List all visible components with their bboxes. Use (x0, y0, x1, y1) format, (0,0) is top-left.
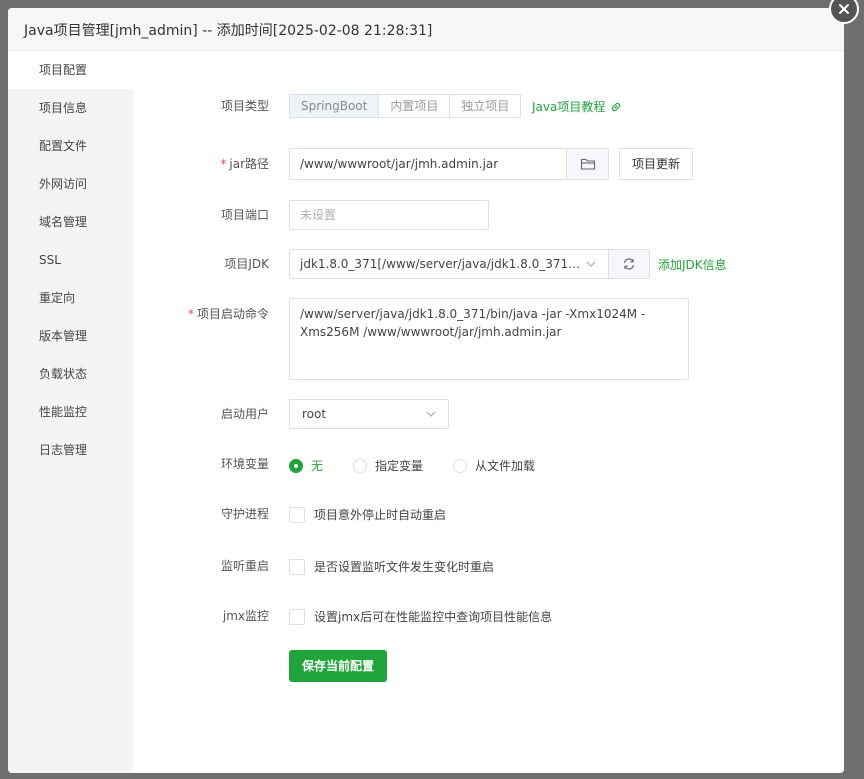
daemon-checkbox[interactable]: 项目意外停止时自动重启 (289, 506, 446, 523)
env-radio-specify-label: 指定变量 (375, 459, 424, 473)
port-label: 项目端口 (220, 208, 269, 222)
jdk-select-value: jdk1.8.0_371[/www/server/java/jdk1.8.0_3… (300, 257, 595, 271)
sidebar-item-performance[interactable]: 性能监控 (8, 393, 133, 431)
jmx-checkbox[interactable]: 设置jmx后可在性能监控中查询项目性能信息 (289, 608, 552, 625)
sidebar-item-project-info[interactable]: 项目信息 (8, 89, 133, 127)
sidebar-item-label: 负载状态 (39, 367, 88, 381)
watch-restart-checkbox[interactable]: 是否设置监听文件发生变化时重启 (289, 558, 494, 575)
env-radio-file-label: 从文件加载 (475, 459, 536, 473)
watch-restart-checkbox-label: 是否设置监听文件发生变化时重启 (314, 560, 495, 574)
config-form: 项目类型 SpringBoot 内置项目 独立项目 Java项目教程 * jar路… (133, 51, 844, 773)
project-type-row: 项目类型 SpringBoot 内置项目 独立项目 Java项目教程 (133, 94, 844, 118)
java-tutorial-link[interactable]: Java项目教程 (532, 98, 622, 115)
sidebar-item-ssl[interactable]: SSL (8, 241, 133, 279)
sidebar-item-logs[interactable]: 日志管理 (8, 431, 133, 469)
dialog-title: Java项目管理[jmh_admin] -- 添加时间[2025-02-08 2… (24, 23, 433, 39)
radio-dot (289, 458, 303, 473)
checkbox-box (289, 506, 305, 523)
start-user-label: 启动用户 (220, 407, 269, 421)
start-command-label: * 项目启动命令 (133, 305, 269, 322)
dialog-body: 项目配置 项目信息 配置文件 外网访问 域名管理 SSL 重定向 版本管理 负载… (8, 51, 844, 773)
jmx-label: jmx监控 (222, 609, 269, 623)
add-jdk-link[interactable]: 添加JDK信息 (658, 256, 727, 273)
sidebar-item-external-access[interactable]: 外网访问 (8, 165, 133, 203)
sidebar-item-label: 重定向 (39, 291, 76, 305)
jar-path-label-text: jar路径 (229, 157, 269, 171)
sidebar-item-label: 性能监控 (39, 405, 88, 419)
sidebar-item-label: 配置文件 (39, 139, 88, 153)
sidebar-item-label: 项目配置 (39, 63, 88, 77)
sidebar: 项目配置 项目信息 配置文件 外网访问 域名管理 SSL 重定向 版本管理 负载… (8, 51, 133, 773)
jmx-checkbox-label: 设置jmx后可在性能监控中查询项目性能信息 (314, 610, 553, 624)
jar-path-input[interactable]: /www/wwwroot/jar/jmh.admin.jar (289, 148, 567, 180)
save-config-button[interactable]: 保存当前配置 (289, 650, 387, 682)
sidebar-item-project-config[interactable]: 项目配置 (8, 51, 133, 89)
project-type-builtin[interactable]: 内置项目 (379, 95, 451, 117)
sidebar-item-label: 域名管理 (39, 215, 88, 229)
close-dialog-button[interactable] (829, 0, 859, 24)
jar-path-label: * jar路径 (133, 148, 269, 180)
watch-restart-label: 监听重启 (220, 559, 269, 573)
sidebar-item-redirect[interactable]: 重定向 (8, 279, 133, 317)
required-mark: * (220, 157, 227, 171)
link-icon (612, 102, 621, 111)
chevron-down-icon (586, 261, 596, 267)
project-type-label: 项目类型 (220, 99, 269, 113)
jdk-select[interactable]: jdk1.8.0_371[/www/server/java/jdk1.8.0_3… (289, 249, 609, 279)
jar-path-browse-button[interactable] (566, 148, 609, 180)
jdk-label: 项目JDK (224, 257, 269, 271)
start-command-textarea[interactable]: /www/server/java/jdk1.8.0_371/bin/java -… (289, 298, 689, 380)
required-mark: * (187, 307, 194, 321)
project-type-selector: SpringBoot 内置项目 独立项目 (289, 94, 522, 118)
env-radio-none-label: 无 (311, 459, 324, 473)
checkbox-box (289, 608, 305, 625)
dialog-header: Java项目管理[jmh_admin] -- 添加时间[2025-02-08 2… (8, 8, 844, 51)
env-row: 环境变量 无 指定变量 从文件加载 (133, 449, 844, 479)
sidebar-item-label: SSL (39, 253, 61, 267)
sidebar-item-config-file[interactable]: 配置文件 (8, 127, 133, 165)
sidebar-item-domain[interactable]: 域名管理 (8, 203, 133, 241)
jar-path-row: * jar路径 /www/wwwroot/jar/jmh.admin.jar 项目… (133, 148, 844, 180)
env-radio-specify[interactable]: 指定变量 (353, 457, 423, 474)
jdk-row: 项目JDK jdk1.8.0_371[/www/server/java/jdk1… (133, 249, 844, 279)
jmx-row: jmx监控 设置jmx后可在性能监控中查询项目性能信息 (133, 601, 844, 631)
watch-restart-row: 监听重启 是否设置监听文件发生变化时重启 (133, 551, 844, 581)
radio-dot (353, 458, 367, 473)
project-update-button[interactable]: 项目更新 (619, 148, 693, 180)
start-user-value: root (302, 407, 327, 421)
port-row: 项目端口 未设置 (133, 200, 844, 230)
project-type-springboot[interactable]: SpringBoot (290, 95, 380, 117)
project-type-standalone[interactable]: 独立项目 (450, 95, 521, 117)
daemon-row: 守护进程 项目意外停止时自动重启 (133, 499, 844, 529)
start-user-row: 启动用户 root (133, 399, 844, 429)
daemon-checkbox-label: 项目意外停止时自动重启 (314, 508, 447, 522)
start-command-row: * 项目启动命令 /www/server/java/jdk1.8.0_371/bi… (133, 298, 844, 380)
start-user-select[interactable]: root (289, 399, 449, 429)
sidebar-item-load-status[interactable]: 负载状态 (8, 355, 133, 393)
chevron-down-icon (426, 411, 436, 417)
project-config-dialog: Java项目管理[jmh_admin] -- 添加时间[2025-02-08 2… (8, 8, 844, 773)
sidebar-item-label: 项目信息 (39, 101, 88, 115)
start-command-label-text: 项目启动命令 (196, 307, 269, 321)
sidebar-item-version[interactable]: 版本管理 (8, 317, 133, 355)
folder-icon (580, 158, 595, 170)
checkbox-box (289, 558, 305, 575)
close-icon (839, 4, 849, 14)
daemon-label: 守护进程 (220, 507, 269, 521)
java-tutorial-link-text: Java项目教程 (532, 100, 606, 114)
radio-dot (453, 458, 467, 473)
env-radio-none[interactable]: 无 (289, 457, 323, 474)
env-label: 环境变量 (220, 457, 269, 471)
sidebar-item-label: 外网访问 (39, 177, 88, 191)
sidebar-item-label: 版本管理 (39, 329, 88, 343)
refresh-icon (623, 258, 635, 270)
port-input[interactable]: 未设置 (289, 200, 489, 230)
sidebar-item-label: 日志管理 (39, 443, 88, 457)
jdk-refresh-button[interactable] (608, 249, 650, 279)
env-radio-file[interactable]: 从文件加载 (453, 457, 535, 474)
